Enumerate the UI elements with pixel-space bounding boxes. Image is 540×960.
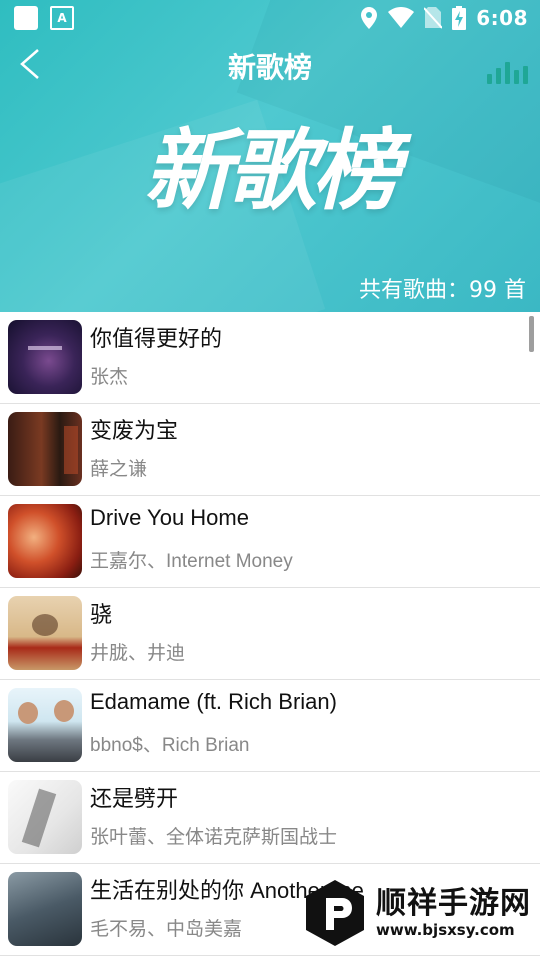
song-row[interactable]: 骁 井胧、井迪 — [0, 588, 540, 680]
song-artist: bbno$、Rich Brian — [90, 735, 250, 756]
watermark-logo-icon — [306, 880, 364, 946]
song-row[interactable]: 变废为宝 薛之谦 — [0, 404, 540, 496]
song-count: 共有歌曲：99 首 — [359, 278, 526, 303]
song-row[interactable]: Drive You Home 王嘉尔、Internet Money — [0, 496, 540, 588]
header-banner: A 6:08 新歌榜 新歌榜 共有歌曲：99 首 — [0, 0, 540, 312]
watermark-name: 顺祥手游网 — [376, 886, 531, 921]
song-row[interactable]: 还是劈开 张叶蕾、全体诺克萨斯国战士 — [0, 772, 540, 864]
now-playing-icon[interactable] — [487, 58, 528, 84]
watermark: 顺祥手游网 www.bjsxsy.com — [304, 878, 531, 948]
song-artist: 王嘉尔、Internet Money — [90, 551, 293, 572]
clock: 6:08 — [476, 6, 528, 30]
song-title: Edamame (ft. Rich Brian) — [90, 689, 337, 714]
song-artist: 张杰 — [90, 367, 129, 388]
album-cover — [8, 872, 82, 946]
toolbar: 新歌榜 — [0, 36, 540, 96]
album-cover — [8, 688, 82, 762]
wifi-icon — [388, 7, 415, 28]
no-sim-icon — [424, 7, 443, 29]
banner-title: 新歌榜 — [143, 119, 400, 222]
song-title: Drive You Home — [90, 505, 249, 530]
song-artist: 毛不易、中岛美嘉 — [90, 919, 243, 940]
album-cover — [8, 412, 82, 486]
song-title: 骁 — [90, 602, 113, 627]
song-title: 还是劈开 — [90, 786, 179, 811]
scrollbar[interactable] — [529, 316, 534, 352]
song-artist: 张叶蕾、全体诺克萨斯国战士 — [90, 827, 338, 848]
keyboard-a-icon: A — [50, 6, 74, 30]
song-row[interactable]: 你值得更好的 张杰 — [0, 312, 540, 404]
album-cover — [8, 780, 82, 854]
album-cover — [8, 320, 82, 394]
notification-icon — [14, 6, 38, 30]
song-artist: 井胧、井迪 — [90, 643, 186, 664]
status-bar: A 6:08 — [0, 0, 540, 36]
album-cover — [8, 596, 82, 670]
location-icon — [361, 7, 378, 29]
song-title: 你值得更好的 — [90, 326, 223, 351]
watermark-url: www.bjsxsy.com — [376, 921, 515, 939]
song-title: 变废为宝 — [90, 418, 179, 443]
song-artist: 薛之谦 — [90, 459, 148, 480]
song-row[interactable]: Edamame (ft. Rich Brian) bbno$、Rich Bria… — [0, 680, 540, 772]
song-list: 你值得更好的 张杰 变废为宝 薛之谦 Drive You Home 王嘉尔、In… — [0, 312, 540, 956]
page-title: 新歌榜 — [227, 51, 312, 84]
battery-icon — [452, 6, 467, 30]
album-cover — [8, 504, 82, 578]
